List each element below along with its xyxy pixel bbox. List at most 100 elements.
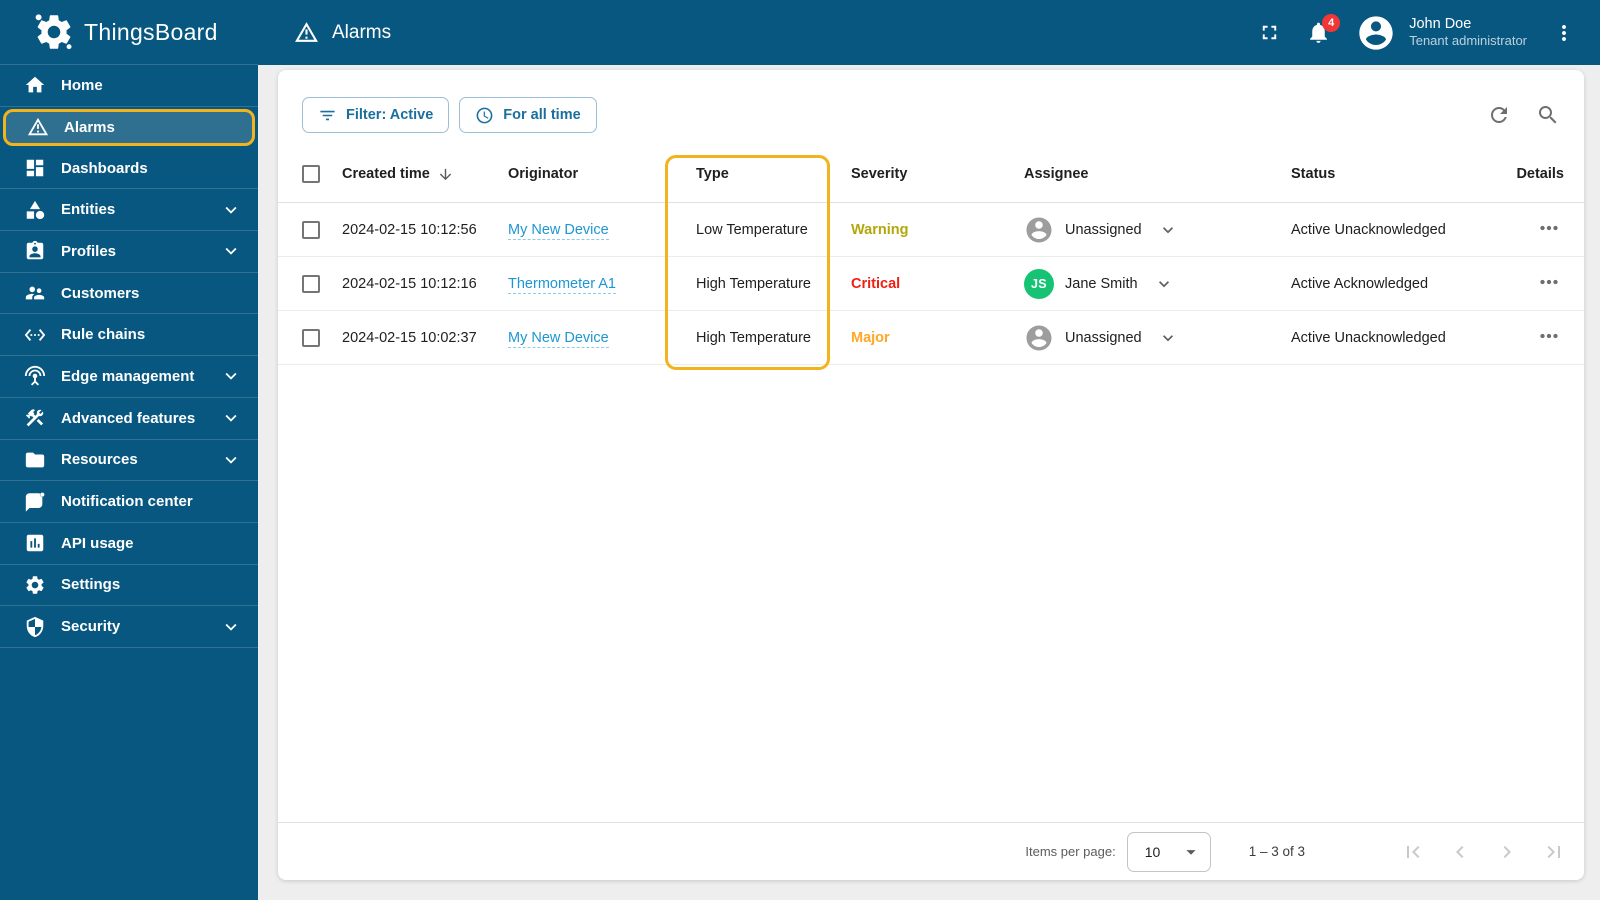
page-size-value: 10 [1144,843,1161,860]
sidebar-item-edge-management[interactable]: Edge management [0,356,258,398]
assignee-name[interactable]: Unassigned [1065,330,1142,346]
column-header-type[interactable]: Type [696,166,851,182]
caret-down-icon [1180,841,1202,863]
column-header-details: Details [1516,166,1564,182]
chevron-left-icon [1448,840,1472,864]
originator-link[interactable]: My New Device [508,221,609,240]
home-icon [24,74,46,96]
kebab-menu-button[interactable] [1552,21,1576,45]
timewindow-button[interactable]: For all time [459,97,597,133]
warning-icon [294,20,319,45]
next-page-button[interactable] [1495,840,1519,864]
originator-link[interactable]: Thermometer A1 [508,275,616,294]
search-button[interactable] [1536,103,1560,127]
resources-icon [24,449,46,471]
assignee-name[interactable]: Unassigned [1065,222,1142,238]
table-row[interactable]: 2024-02-15 10:12:56 My New Device Low Te… [278,203,1584,257]
content-area: Filter: Active For all time Created time… [258,65,1600,900]
table-body: 2024-02-15 10:12:56 My New Device Low Te… [278,203,1584,365]
notification-center-icon [24,491,46,513]
first-page-button[interactable] [1401,840,1425,864]
row-actions-button[interactable] [1534,213,1564,246]
chevron-down-icon[interactable] [1158,220,1178,240]
cell-type: High Temperature [696,275,811,292]
rule-chains-icon [24,324,46,346]
originator-link[interactable]: My New Device [508,329,609,348]
cell-severity: Warning [851,221,909,238]
customers-icon [24,282,46,304]
brand-logo[interactable]: ThingsBoard [0,0,258,65]
select-all-checkbox[interactable] [302,165,320,183]
sidebar: ThingsBoard Home Alarms Dashboards Entit… [0,0,258,900]
previous-page-button[interactable] [1448,840,1472,864]
person-icon [1024,323,1054,353]
cell-status: Active Acknowledged [1291,275,1429,292]
timewindow-button-label: For all time [503,107,581,123]
more-horiz-icon [1536,323,1562,349]
main-area: Alarms 4 John Doe Tenant administrator F… [258,0,1600,900]
warning-icon [27,116,49,138]
sidebar-item-customers[interactable]: Customers [0,273,258,315]
table-row[interactable]: 2024-02-15 10:02:37 My New Device High T… [278,311,1584,365]
sidebar-item-home[interactable]: Home [0,65,258,107]
cell-assignee: Unassigned [1024,215,1291,245]
table-row[interactable]: 2024-02-15 10:12:16 Thermometer A1 High … [278,257,1584,311]
fullscreen-button[interactable] [1258,21,1281,44]
sidebar-nav: Home Alarms Dashboards Entities Profiles… [0,65,258,648]
sidebar-item-settings[interactable]: Settings [0,565,258,607]
sidebar-item-alarms[interactable]: Alarms [3,108,255,146]
row-checkbox[interactable] [302,274,320,293]
cell-type: High Temperature [696,329,811,346]
notifications-button[interactable]: 4 [1306,14,1341,45]
chevron-down-icon[interactable] [1158,328,1178,348]
sidebar-item-rule-chains[interactable]: Rule chains [0,314,258,357]
person-icon [1024,215,1054,245]
filter-button[interactable]: Filter: Active [302,97,450,133]
column-header-status[interactable]: Status [1291,166,1486,182]
cell-status: Active Unacknowledged [1291,221,1446,238]
sidebar-item-security[interactable]: Security [0,606,258,648]
security-icon [24,616,46,638]
row-actions-button[interactable] [1534,267,1564,300]
last-page-icon [1542,840,1566,864]
more-horiz-icon [1536,215,1562,241]
avatar[interactable] [1356,13,1396,53]
table-empty-space [278,365,1584,822]
sidebar-item-advanced-features[interactable]: Advanced features [0,398,258,440]
sidebar-item-notification-center[interactable]: Notification center [0,481,258,523]
first-page-icon [1401,840,1425,864]
chevron-down-icon [220,616,242,638]
sidebar-item-resources[interactable]: Resources [0,440,258,482]
row-checkbox[interactable] [302,220,320,239]
filter-icon [318,106,337,125]
kebab-menu-icon [1552,21,1576,45]
row-checkbox[interactable] [302,328,320,347]
page-range-label: 1 – 3 of 3 [1248,844,1305,859]
column-header-originator[interactable]: Originator [508,166,696,182]
cell-type: Low Temperature [696,221,808,238]
refresh-button[interactable] [1487,103,1511,127]
pagination-bar: Items per page: 10 1 – 3 of 3 [278,822,1584,880]
page-size-select[interactable]: 10 [1126,831,1211,872]
table-toolbar: Filter: Active For all time [302,97,1560,133]
cell-severity: Critical [851,275,901,292]
cell-status: Active Unacknowledged [1291,329,1446,346]
last-page-button[interactable] [1542,840,1566,864]
column-header-assignee[interactable]: Assignee [1024,166,1291,182]
sidebar-item-entities[interactable]: Entities [0,189,258,232]
chevron-down-icon [220,449,242,471]
row-actions-button[interactable] [1534,321,1564,354]
assignee-name[interactable]: Jane Smith [1065,276,1138,292]
edge-management-icon [24,365,46,387]
table-header-row: Created time Originator Type Severity As… [278,146,1584,203]
chevron-down-icon[interactable] [1154,274,1174,294]
sidebar-item-dashboards[interactable]: Dashboards [0,148,258,190]
cell-created-time: 2024-02-15 10:02:37 [342,329,477,346]
column-header-severity[interactable]: Severity [851,166,1024,182]
column-header-created-time[interactable]: Created time [342,166,508,183]
sidebar-item-api-usage[interactable]: API usage [0,523,258,565]
profiles-icon [24,240,46,262]
sidebar-item-profiles[interactable]: Profiles [0,231,258,273]
user-block: John Doe Tenant administrator [1409,15,1527,51]
app: ThingsBoard Home Alarms Dashboards Entit… [0,0,1600,900]
